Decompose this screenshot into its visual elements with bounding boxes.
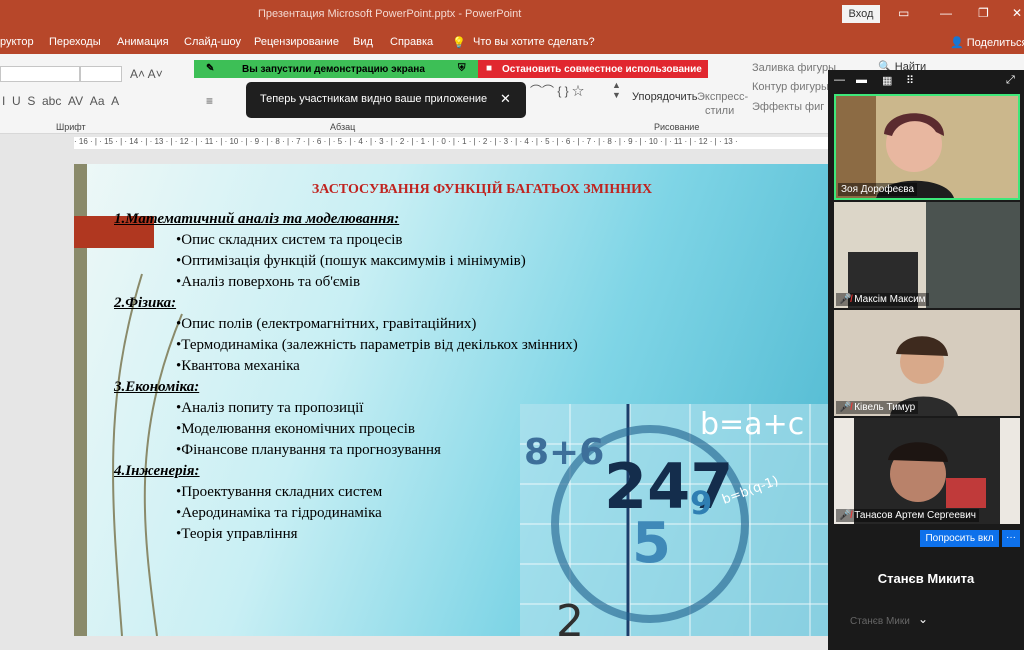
expand-icon[interactable]: ⤢ — [1006, 74, 1015, 87]
mic-muted-icon: 🎤̸ — [839, 294, 852, 305]
formula-text: b=a+c — [700, 407, 804, 442]
tab-review[interactable]: Рецензирование — [254, 36, 339, 48]
title-bar: Презентация Microsoft PowerPoint.pptx - … — [0, 0, 1024, 30]
close-icon[interactable]: ✕ — [1012, 6, 1022, 20]
participant-name-no-video: Станєв Микита — [877, 571, 975, 586]
tab-view[interactable]: Вид — [353, 36, 373, 48]
slide-body: 1.Математичний аналіз та моделювання: •О… — [114, 209, 578, 545]
tell-me-search[interactable]: Что вы хотите сделать? — [473, 36, 595, 48]
tab-animation[interactable]: Анимация — [117, 36, 169, 48]
gallery-view-icon[interactable]: ▦ — [882, 74, 892, 87]
section-heading: 3.Економіка: — [114, 379, 200, 395]
participant-name-text: Ківель Тимур — [854, 402, 916, 413]
video-tile[interactable]: 🎤̸ Ківель Тимур — [834, 310, 1020, 416]
meeting-gallery: — ▬ ▦ ⠿ ⤢ Зоя Дорофеєва 🎤̸ Максім Максим… — [828, 70, 1024, 650]
tab-design[interactable]: руктор — [0, 36, 34, 48]
section-heading: 2.Фізика: — [114, 295, 177, 311]
formula-text: 2 — [556, 596, 584, 636]
lightbulb-icon: 💡 — [452, 37, 466, 49]
font-format-buttons[interactable]: I U S abc AV Aa A — [2, 94, 119, 108]
shape-fill-button[interactable]: Заливка фигуры — [752, 62, 836, 74]
tab-transitions[interactable]: Переходы — [49, 36, 101, 48]
group-drawing-label: Рисование — [654, 122, 700, 132]
participant-name-text: Максім Максим — [854, 294, 926, 305]
sharing-status: Вы запустили демонстрацию экрана — [242, 64, 425, 75]
toast-close-icon[interactable]: ✕ — [500, 91, 511, 107]
sharing-banner: ✎ Вы запустили демонстрацию экрана ⛨ — [194, 60, 478, 78]
menu-bar: руктор Переходы Анимация Слайд-шоу Рецен… — [0, 30, 1024, 54]
stop-icon: ■ — [486, 63, 493, 74]
group-paragraph-label: Абзац — [330, 122, 356, 132]
mic-muted-icon: 🎤̸ — [839, 510, 852, 521]
mic-muted-icon: 🎤̸ — [839, 402, 852, 413]
formula-text: 9 — [690, 484, 712, 522]
ask-to-start-video-button[interactable]: Попросить вкл — [920, 530, 999, 547]
participant-name-text: Танасов Артем Сергеевич — [854, 510, 977, 521]
pin-icon: ✎ — [206, 63, 215, 74]
stop-share-label: Остановить совместное использование — [502, 64, 702, 75]
bullet-item: •Аналіз поверхонь та об'ємів — [176, 274, 361, 290]
bullet-item: •Аналіз попиту та пропозиції — [176, 400, 364, 416]
bullet-item: •Фінансове планування та прогнозування — [176, 442, 441, 458]
video-tile[interactable]: 🎤̸ Танасов Артем Сергеевич — [834, 418, 1020, 524]
participant-name: Зоя Дорофеєва — [838, 183, 918, 196]
tab-help[interactable]: Справка — [390, 36, 433, 48]
participant-name: 🎤̸ Танасов Артем Сергеевич — [836, 509, 980, 522]
bullet-item: •Теорія управління — [176, 526, 298, 542]
signin-button[interactable]: Вход — [842, 5, 880, 23]
align-icon[interactable]: ≡ — [206, 94, 213, 108]
section-heading: 1.Математичний аналіз та моделювання: — [114, 211, 400, 227]
font-size-combo[interactable] — [80, 66, 122, 82]
font-name-combo[interactable] — [0, 66, 80, 82]
bullet-item: •Термодинаміка (залежність параметрів ві… — [176, 337, 578, 353]
video-tile[interactable]: 🎤̸ Максім Максим — [834, 202, 1020, 308]
scroll-down-icon[interactable]: ⌄ — [918, 612, 928, 626]
tab-slideshow[interactable]: Слайд-шоу — [184, 36, 241, 48]
ribbon-display-icon[interactable]: ▭ — [898, 6, 909, 20]
toast-message: Теперь участникам видно ваше приложение — [260, 93, 488, 105]
restore-icon[interactable]: ❐ — [978, 6, 989, 20]
shield-icon: ⛨ — [458, 63, 466, 74]
slide: ЗАСТОСУВАННЯ ФУНКЦІЙ БАГАТЬОХ ЗМІННИХ 1.… — [74, 164, 830, 636]
share-label: Поделиться — [966, 37, 1024, 49]
share-button[interactable]: 👤 Поделиться — [950, 36, 1024, 49]
bullet-item: •Проектування складних систем — [176, 484, 383, 500]
participant-name: 🎤̸ Ківель Тимур — [836, 401, 919, 414]
math-illustration: 8+6 b=a+c 247 b=b(q-1) 9 5 2 — [520, 404, 830, 636]
shape-outline-button[interactable]: Контур фигуры — [752, 81, 829, 93]
more-options-button[interactable]: ··· — [1002, 530, 1020, 547]
stop-share-button[interactable]: ■ Остановить совместное использование — [478, 60, 708, 78]
shape-effects-button[interactable]: Эффекты фиг — [752, 101, 824, 113]
window-title: Презентация Microsoft PowerPoint.pptx - … — [258, 8, 522, 20]
bullet-item: •Квантова механіка — [176, 358, 300, 374]
arrange-button[interactable]: Упорядочить — [632, 91, 697, 103]
section-heading: 4.Інженерія: — [114, 463, 200, 479]
quick-styles-label2: стили — [705, 105, 735, 117]
speaker-view-icon[interactable]: ▬ — [856, 74, 867, 86]
shapes-gallery[interactable]: ⌒⌒ { } ☆ — [530, 82, 584, 99]
video-tile[interactable]: Зоя Дорофеєва — [834, 94, 1020, 200]
horizontal-ruler: · 16 · | · 15 · | · 14 · | · 13 · | · 12… — [74, 137, 830, 149]
bullet-item: •Опис складних систем та процесів — [176, 232, 403, 248]
formula-text: 5 — [632, 511, 671, 576]
bullet-item: •Аеродинаміка та гідродинаміка — [176, 505, 382, 521]
grid-view-icon[interactable]: ⠿ — [906, 74, 914, 87]
minimize-icon[interactable]: — — [940, 6, 952, 20]
bullet-item: •Опис полів (електромагнітних, гравітаці… — [176, 316, 477, 332]
next-participant-name: Станєв Мики — [850, 616, 910, 627]
slide-title: ЗАСТОСУВАННЯ ФУНКЦІЙ БАГАТЬОХ ЗМІННИХ — [311, 182, 653, 197]
bullet-item: •Оптимізація функцій (пошук максимумів і… — [176, 253, 526, 269]
bullet-item: •Моделювання економічних процесів — [176, 421, 415, 437]
minimize-gallery-icon[interactable]: — — [834, 74, 845, 86]
formula-text: 8+6 — [524, 432, 604, 473]
font-size-buttons[interactable]: A˄ A˅ — [130, 67, 163, 81]
quick-styles-button[interactable]: Экспресс- — [697, 91, 748, 103]
participant-name: 🎤̸ Максім Максим — [836, 293, 929, 306]
gallery-scroll[interactable]: ▲ ▼ — [612, 80, 621, 100]
group-font-label: Шрифт — [56, 122, 86, 132]
share-toast: Теперь участникам видно ваше приложение … — [246, 82, 526, 118]
person-icon: 👤 — [950, 37, 964, 49]
